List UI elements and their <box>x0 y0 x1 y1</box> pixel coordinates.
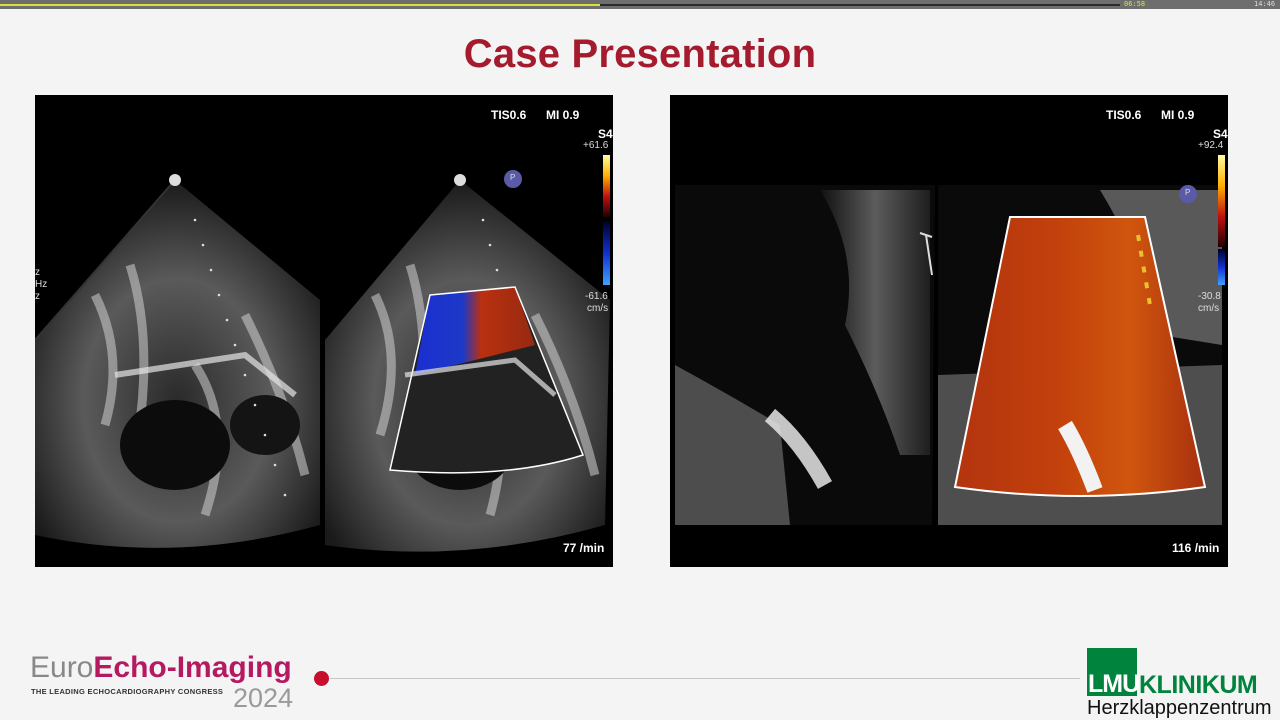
echo-image-left: TIS0.6 MI 0.9 S4 +61.6 -61.6 cm/s z Hz z… <box>35 95 613 567</box>
footer-divider <box>330 678 1080 679</box>
scale-top-label: +61.6 <box>583 140 609 151</box>
side-label-b: Hz <box>35 279 48 290</box>
tis-label: TIS0.6 <box>1106 108 1142 122</box>
echo-left-graphics <box>35 170 610 552</box>
congress-logo-name: Echo-Imaging <box>93 651 292 684</box>
heart-rate-label: 116 /min <box>1172 541 1220 555</box>
side-label-a: z <box>35 267 40 278</box>
progress-played <box>0 4 602 6</box>
slide-title: Case Presentation <box>463 32 817 76</box>
scale-unit-label: cm/s <box>587 303 609 314</box>
mi-label: MI 0.9 <box>546 108 580 122</box>
scale-bottom-label: -30.8 <box>1198 291 1221 302</box>
lmu-logo-text: LMU <box>1088 670 1140 698</box>
footer-dot <box>314 671 329 686</box>
orientation-marker: P <box>1185 188 1191 197</box>
congress-tagline: THE LEADING ECHOCARDIOGRAPHY CONGRESS <box>31 687 224 696</box>
video-progress-bar[interactable]: 06:58 14:46 <box>0 0 1280 9</box>
total-time: 14:46 <box>1254 0 1276 8</box>
elapsed-time: 06:58 <box>1124 0 1146 8</box>
congress-logo-euro: Euro <box>30 651 94 684</box>
velocity-scale-positive <box>1218 155 1225 247</box>
tis-label: TIS0.6 <box>491 108 527 122</box>
velocity-scale-positive <box>603 155 610 217</box>
velocity-scale-negative <box>603 221 610 285</box>
side-label-c: z <box>35 291 40 302</box>
mi-label: MI 0.9 <box>1161 108 1195 122</box>
scale-bottom-label: -61.6 <box>585 291 608 302</box>
orientation-marker: P <box>510 173 516 182</box>
echo-right-graphics <box>675 185 1222 525</box>
velocity-scale-negative <box>1218 249 1225 285</box>
scale-unit-label: cm/s <box>1198 303 1220 314</box>
probe-label: S4 <box>598 127 613 141</box>
progress-remaining <box>600 4 1120 6</box>
department-name: Herzklappenzentrum <box>1087 697 1272 719</box>
probe-label: S4 <box>1213 127 1228 141</box>
congress-logo: EuroEcho-Imaging <box>30 652 292 684</box>
congress-year: 2024 <box>233 683 294 713</box>
heart-rate-label: 77 /min <box>563 541 605 555</box>
klinikum-logo-text: KLINIKUM <box>1139 671 1258 699</box>
echo-image-right: TIS0.6 MI 0.9 S4 +92.4 -30.8 cm/s P 116 … <box>670 95 1228 567</box>
scale-top-label: +92.4 <box>1198 140 1224 151</box>
